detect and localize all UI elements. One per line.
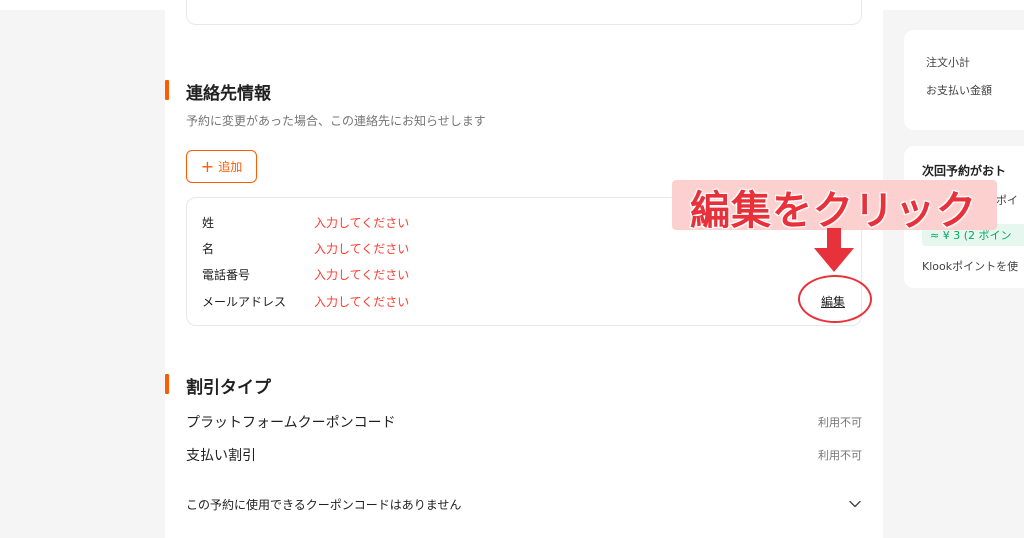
field-label-last-name: 姓 (202, 215, 215, 230)
field-label-phone: 電話番号 (202, 267, 251, 282)
section-accent-bar (165, 374, 169, 394)
field-value-phone: 入力してください (314, 267, 410, 282)
discount-row-coupon: プラットフォームクーポンコード 利用不可 (186, 412, 862, 432)
section-accent-bar (165, 80, 169, 100)
field-label-first-name: 名 (202, 241, 215, 256)
previous-section-box (186, 0, 862, 25)
subtotal-label: 注文小計 (926, 56, 970, 69)
field-value-first-name: 入力してください (314, 241, 410, 256)
contact-field-row: 姓 入力してください (202, 213, 409, 231)
contact-section-description: 予約に変更があった場合、この連絡先にお知らせします (186, 114, 486, 128)
plus-icon: + (200, 156, 215, 176)
add-button-label: 追加 (218, 160, 243, 174)
discount-label: プラットフォームクーポンコード (186, 415, 396, 431)
add-contact-button[interactable]: + 追加 (186, 150, 257, 183)
contact-field-row: メールアドレス 入力してください (202, 292, 409, 310)
contact-field-row: 名 入力してください (202, 239, 409, 257)
order-summary-card: 注文小計 お支払い金額 (904, 30, 1024, 130)
discount-status: 利用不可 (818, 416, 862, 429)
points-note: Klookポイントを使 (922, 260, 1019, 273)
field-value-email: 入力してください (314, 294, 410, 309)
points-label: ポイ (996, 194, 1018, 207)
annotation-circle (798, 275, 872, 323)
contact-section-title: 連絡先情報 (186, 84, 271, 104)
field-value-last-name: 入力してください (314, 215, 410, 230)
discount-row-payment: 支払い割引 利用不可 (186, 445, 862, 465)
arrow-down-icon (814, 228, 854, 272)
discount-status: 利用不可 (818, 449, 862, 462)
total-label: お支払い金額 (926, 84, 992, 97)
points-title: 次回予約がおト (922, 164, 1007, 178)
discount-section-title: 割引タイプ (186, 378, 271, 398)
field-label-email: メールアドレス (202, 294, 287, 309)
contact-field-row: 電話番号 入力してください (202, 265, 409, 283)
coupon-dropdown[interactable]: この予約に使用できるクーポンコードはありません (186, 494, 862, 514)
discount-label: 支払い割引 (186, 448, 256, 464)
chevron-down-icon (849, 500, 861, 508)
coupon-note: この予約に使用できるクーポンコードはありません (186, 497, 462, 512)
